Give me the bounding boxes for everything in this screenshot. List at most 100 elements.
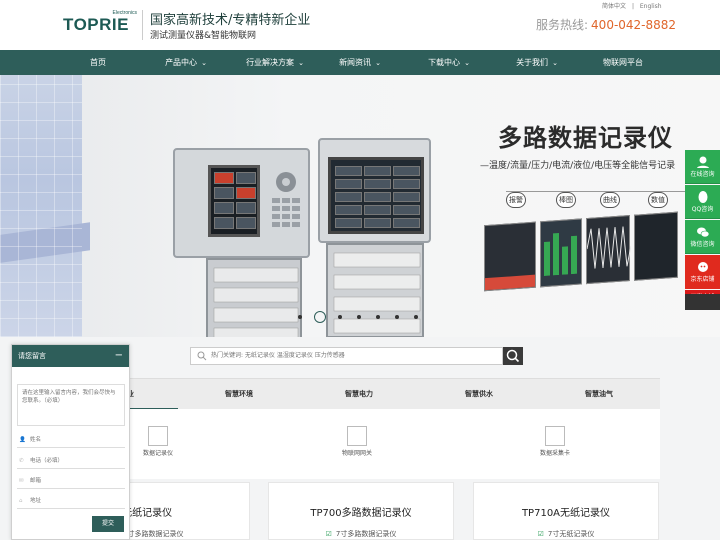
- location-icon: ⌂: [19, 498, 23, 504]
- float-qq-consult[interactable]: QQ咨询: [685, 185, 720, 219]
- tab-label: 智慧油气: [585, 390, 613, 398]
- nav-item-about[interactable]: 关于我们 ⌄: [509, 50, 565, 75]
- nav-label: 新闻资讯: [339, 58, 372, 67]
- keypad-icon: [272, 172, 300, 227]
- carousel-dot[interactable]: [376, 315, 380, 319]
- category-image-placeholder: [347, 426, 367, 446]
- nav-item-news[interactable]: 新闻资讯 ⌄: [334, 50, 386, 75]
- screen-preview-alarm: [484, 221, 536, 292]
- address-field[interactable]: ⌂: [17, 494, 125, 509]
- nav-item-iot-platform[interactable]: 物联网平台: [598, 50, 648, 75]
- submit-button[interactable]: 提交: [92, 516, 124, 532]
- hotline-number[interactable]: 400-042-8882: [591, 18, 676, 32]
- nav-item-downloads[interactable]: 下载中心 ⌄: [422, 50, 476, 75]
- logo-text: TOPRIE: [63, 15, 129, 34]
- float-online-consult[interactable]: 在线咨询: [685, 150, 720, 184]
- tab-smart-water[interactable]: 智慧供水: [420, 379, 538, 410]
- tab-label: 智慧环境: [225, 390, 253, 398]
- waveform-icon: [586, 226, 632, 269]
- nav-item-solutions[interactable]: 行业解决方案 ⌄: [238, 50, 312, 75]
- feature-pill-bargraph: 棒图: [556, 192, 576, 208]
- terminal-block-icon: [333, 252, 421, 334]
- terminal-block-icon: [213, 267, 299, 337]
- product-card[interactable]: TP700多路数据记录仪 ☑ 7寸多路数据记录仪: [268, 482, 454, 540]
- carousel-dot-active[interactable]: [314, 311, 326, 323]
- message-textarea[interactable]: [17, 384, 125, 426]
- float-label: 微信咨询: [690, 241, 715, 248]
- subcategory-iot-gateway[interactable]: 物联网网关: [327, 426, 387, 458]
- carousel-dot[interactable]: [395, 315, 399, 319]
- chevron-down-icon: ⌄: [375, 59, 381, 67]
- nav-item-home[interactable]: 首页: [78, 50, 118, 75]
- subcategory-label: 物联网网关: [341, 450, 372, 457]
- main-nav: 首页 产品中心 ⌄ 行业解决方案 ⌄ 新闻资讯 ⌄ 下载中心 ⌄ 关于我们 ⌄ 物联网平台: [0, 50, 720, 75]
- hotline: 服务热线: 400-042-8882: [536, 17, 676, 33]
- subcategory-data-logger[interactable]: 数据记录仪: [128, 426, 188, 458]
- chevron-down-icon: ⌄: [298, 59, 304, 67]
- qq-penguin-icon: [698, 191, 707, 203]
- name-field[interactable]: 👤: [17, 433, 125, 448]
- wechat-icon: [696, 227, 709, 238]
- lang-chinese-link[interactable]: 简体中文: [602, 3, 626, 10]
- nav-label: 下载中心: [428, 58, 461, 67]
- search-bar: [190, 347, 503, 365]
- nav-label: 关于我们: [516, 58, 549, 67]
- float-back-to-top[interactable]: [685, 294, 720, 310]
- phone-input[interactable]: [30, 455, 110, 468]
- hero-banner[interactable]: 多路数据记录仪 —温度/流量/压力/电流/液位/电压等全能信号记录 报警 棒图 …: [0, 75, 720, 337]
- product-feature-text: 7寸多路数据记录仪: [335, 530, 397, 538]
- carousel-dot[interactable]: [338, 315, 342, 319]
- nav-item-products[interactable]: 产品中心 ⌄: [158, 50, 214, 75]
- logo[interactable]: TOPRIE Electronics: [63, 10, 137, 35]
- slogan-primary: 国家高新技术/专精特新企业: [150, 13, 311, 28]
- nav-label: 物联网平台: [603, 58, 643, 67]
- product-feature: 0寸多路数据记录仪: [123, 529, 183, 539]
- tab-label: 智慧电力: [345, 390, 373, 398]
- address-input[interactable]: [30, 495, 110, 508]
- screen-preview-value: [634, 211, 678, 281]
- carousel-dot[interactable]: [298, 315, 302, 319]
- carousel-dot[interactable]: [414, 315, 418, 319]
- header: TOPRIE Electronics 国家高新技术/专精特新企业 测试测量仪器&…: [0, 0, 720, 50]
- float-label: QQ咨询: [691, 206, 714, 213]
- page: TOPRIE Electronics 国家高新技术/专精特新企业 测试测量仪器&…: [0, 0, 720, 540]
- product-card[interactable]: TP710A无纸记录仪 ☑ 7寸无纸记录仪: [473, 482, 659, 540]
- email-field[interactable]: ✉: [17, 474, 125, 489]
- search-input[interactable]: [211, 349, 499, 363]
- minimize-icon[interactable]: −: [115, 345, 123, 367]
- subcategories: 数据记录仪 物联网网关 数据采集卡: [60, 409, 660, 479]
- check-icon: ☑: [537, 530, 544, 538]
- jd-dog-icon: [697, 262, 708, 272]
- user-icon: 👤: [19, 437, 26, 443]
- product-feature: ☑ 7寸无纸记录仪: [474, 529, 658, 539]
- email-input[interactable]: [30, 475, 110, 488]
- name-input[interactable]: [30, 434, 110, 447]
- subcategory-daq-card[interactable]: 数据采集卡: [525, 426, 585, 458]
- subcategory-label: 数据采集卡: [539, 450, 570, 457]
- phone-icon: ✆: [19, 458, 24, 464]
- recorder-device-image: [318, 138, 431, 337]
- float-label: 京东店铺: [690, 276, 715, 283]
- nav-label: 产品中心: [165, 58, 198, 67]
- nav-label: 行业解决方案: [246, 58, 295, 67]
- float-wechat-consult[interactable]: 微信咨询: [685, 220, 720, 254]
- banner-title: 多路数据记录仪: [498, 124, 673, 152]
- chat-person-icon: [696, 156, 709, 168]
- tab-smart-power[interactable]: 智慧电力: [300, 379, 418, 410]
- tab-smart-oil-gas[interactable]: 智慧油气: [540, 379, 658, 410]
- carousel-dot[interactable]: [357, 315, 361, 319]
- message-header: 请您留言 −: [12, 345, 129, 367]
- banner-subtitle: —温度/流量/压力/电流/液位/电压等全能信号记录: [480, 161, 676, 171]
- hotline-label: 服务热线:: [536, 18, 589, 32]
- logo-divider: [142, 10, 143, 40]
- phone-field[interactable]: ✆: [17, 454, 125, 469]
- tab-smart-environment[interactable]: 智慧环境: [180, 379, 298, 410]
- recorder-device-image: [173, 148, 310, 337]
- lang-english-link[interactable]: English: [640, 3, 662, 10]
- float-jd-store[interactable]: 京东店铺: [685, 255, 720, 289]
- float-label: 在线咨询: [690, 171, 715, 178]
- product-feature-text: 0寸多路数据记录仪: [123, 530, 184, 538]
- search-icon: [197, 351, 207, 361]
- search-button[interactable]: [503, 347, 523, 365]
- category-image-placeholder: [545, 426, 565, 446]
